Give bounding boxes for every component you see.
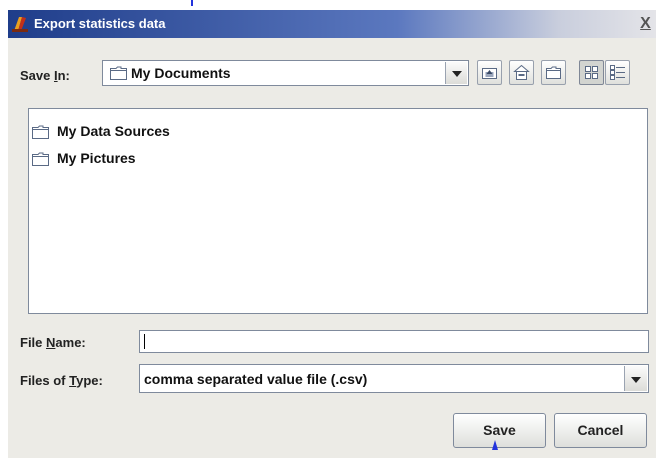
list-item[interactable]: My Data Sources — [32, 122, 212, 142]
details-view-icon — [610, 65, 625, 80]
list-view-button[interactable] — [579, 60, 604, 85]
file-type-combo[interactable]: comma separated value file (.csv) — [139, 364, 649, 393]
folder-icon — [32, 125, 49, 139]
annotation-pointer — [492, 440, 498, 450]
file-list[interactable]: My Data Sources My Pictures — [28, 108, 648, 314]
annotation-pointer-top — [191, 0, 193, 6]
list-item[interactable]: My Pictures — [32, 149, 212, 169]
save-button[interactable]: Save — [453, 413, 546, 448]
folder-icon — [32, 152, 49, 166]
home-icon — [513, 64, 530, 80]
folder-icon — [110, 66, 127, 80]
cancel-button[interactable]: Cancel — [554, 413, 647, 448]
up-one-level-button[interactable] — [477, 60, 502, 85]
file-name-input[interactable] — [139, 330, 649, 353]
file-name: My Data Sources — [57, 123, 170, 139]
file-type-value: comma separated value file (.csv) — [144, 371, 368, 387]
save-in-label: Save In: — [20, 68, 70, 83]
title-bar[interactable]: Export statistics data X — [8, 10, 656, 38]
chevron-down-icon[interactable] — [624, 366, 647, 391]
file-name: My Pictures — [57, 150, 136, 166]
file-name-label: File Name: — [20, 335, 86, 350]
list-view-icon — [585, 66, 598, 79]
close-button[interactable]: X — [637, 15, 654, 32]
text-caret — [144, 334, 145, 349]
chevron-down-icon[interactable] — [445, 62, 467, 84]
export-dialog: Export statistics data X Save In: My Doc… — [8, 10, 656, 458]
home-button[interactable] — [509, 60, 534, 85]
app-icon — [12, 17, 28, 32]
new-folder-button[interactable] — [541, 60, 566, 85]
new-folder-icon — [546, 66, 561, 79]
save-in-value: My Documents — [131, 65, 231, 81]
save-in-combo[interactable]: My Documents — [102, 60, 469, 86]
details-view-button[interactable] — [605, 60, 630, 85]
up-folder-icon — [482, 68, 497, 79]
file-type-label: Files of Type: — [20, 373, 103, 388]
dialog-title: Export statistics data — [34, 16, 166, 31]
